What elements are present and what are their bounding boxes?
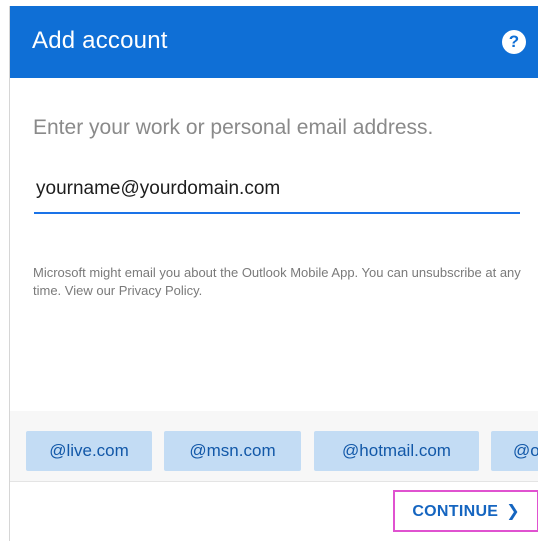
instruction-text: Enter your work or personal email addres… (33, 116, 434, 139)
help-icon[interactable]: ? (502, 30, 526, 54)
continue-label: CONTINUE (412, 503, 499, 520)
header-bar: Add account ? (10, 6, 538, 78)
page-title: Add account (32, 27, 168, 54)
domain-chip-live[interactable]: @live.com (26, 431, 152, 471)
privacy-disclaimer: Microsoft might email you about the Outl… (33, 265, 521, 298)
add-account-window: Add account ? Enter your work or persona… (9, 6, 538, 541)
email-field[interactable] (34, 172, 520, 214)
continue-button[interactable]: CONTINUE ❯ (393, 490, 538, 532)
domain-suggestions: @live.com @msn.com @hotmail.com @o (10, 411, 538, 481)
chevron-right-icon: ❯ (506, 503, 520, 520)
domain-chip-outlook[interactable]: @o (491, 431, 538, 471)
domain-chip-hotmail[interactable]: @hotmail.com (314, 431, 479, 471)
footer-bar: CONTINUE ❯ (10, 482, 538, 541)
domain-chip-msn[interactable]: @msn.com (164, 431, 301, 471)
